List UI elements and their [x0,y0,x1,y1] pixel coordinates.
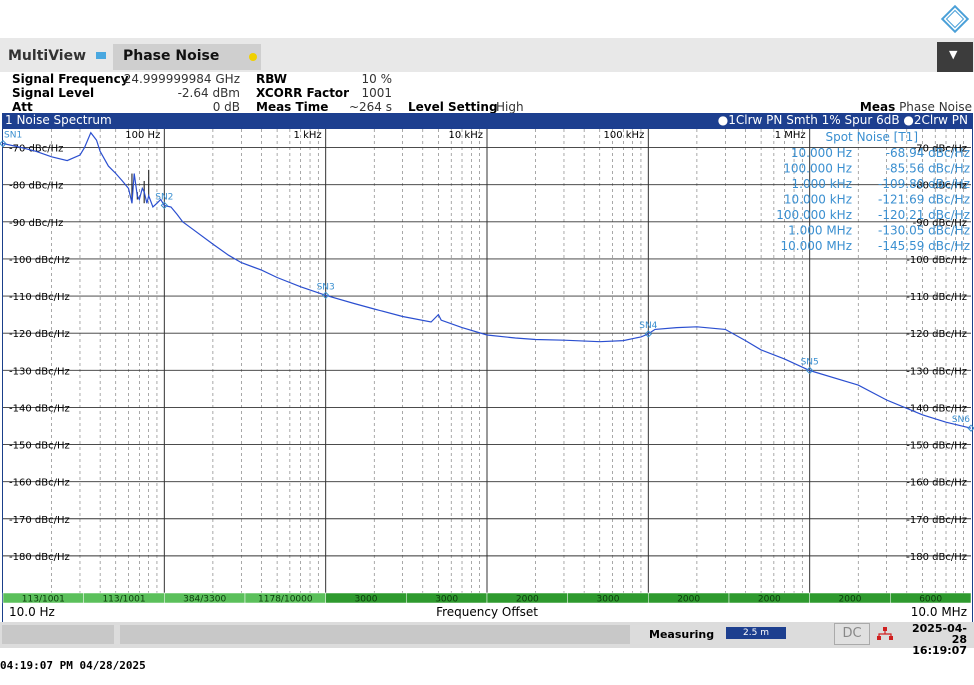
y-tick-label-left: -160 dBc/Hz [9,478,70,489]
spot-noise-freq: 1.000 kHz [792,177,852,191]
measuring-progress: 2.5 m [726,627,786,639]
measuring-status: Measuring [649,628,715,641]
avg-segment-label: 2000 [758,595,781,605]
marker-label: SN2 [155,192,173,202]
y-tick-label-right: -170 dBc/Hz [906,515,967,526]
y-tick-label-right: -140 dBc/Hz [906,403,967,414]
avg-segment-label: 2000 [839,595,862,605]
footer-timestamp: 04:19:07 PM 04/28/2025 [0,659,146,672]
status-field-1 [2,625,114,644]
y-tick-label-left: -180 dBc/Hz [9,552,70,563]
y-tick-label-right: -120 dBc/Hz [906,329,967,340]
marker-label: SN5 [801,357,819,367]
x-start-label: 10.0 Hz [9,605,55,619]
avg-segment-label: 1178/10000 [258,595,313,605]
marker-label: SN6 [952,415,970,425]
y-tick-label-right: -160 dBc/Hz [906,478,967,489]
spot-noise-value: -130.05 dBc/Hz [878,224,970,238]
y-tick-label-right: -130 dBc/Hz [906,366,967,377]
y-tick-label-left: -170 dBc/Hz [9,515,70,526]
avg-segment-label: 3000 [355,595,378,605]
spot-noise-value: -68.94 dBc/Hz [886,146,970,160]
y-tick-label-right: -110 dBc/Hz [906,292,967,303]
status-time: 16:19:07 [912,644,967,657]
spot-noise-value: -120.21 dBc/Hz [878,208,970,222]
avg-segment-label: 2000 [516,595,539,605]
x-stop-label: 10.0 MHz [911,605,967,619]
spot-noise-freq: 100.000 kHz [776,208,852,222]
spot-noise-value: -121.69 dBc/Hz [878,193,970,207]
spot-noise-value: -109.80 dBc/Hz [878,177,970,191]
marker-label: SN1 [4,131,22,141]
avg-segment-label: 3000 [435,595,458,605]
avg-segment-label: 384/3300 [183,595,226,605]
y-tick-label-left: -70 dBc/Hz [9,144,63,155]
spot-noise-freq: 1.000 MHz [788,224,852,238]
spot-noise-value: -85.56 dBc/Hz [886,162,970,176]
decade-label: 100 Hz [125,130,160,141]
phase-noise-chart: 100 Hz 1 kHz 10 kHz 100 kHz 1 MHz -70 dBc/Hz -… [0,129,974,619]
spot-noise-freq: 10.000 kHz [784,193,852,207]
y-tick-label-left: -140 dBc/Hz [9,403,70,414]
marker-label: SN3 [317,282,335,292]
spot-noise-title: Spot Noise [T1] [825,130,918,144]
spot-noise-freq: 10.000 Hz [791,146,852,160]
status-field-2 [120,625,630,644]
y-tick-label-left: -100 dBc/Hz [9,255,70,266]
avg-segment-label: 113/1001 [22,595,65,605]
decade-label: 10 kHz [449,130,483,141]
status-date: 2025-04-28 [911,622,967,646]
avg-segment-label: 113/1001 [102,595,145,605]
decade-label: 1 MHz [775,130,806,141]
avg-segment-label: 3000 [597,595,620,605]
y-tick-label-right: -100 dBc/Hz [906,255,967,266]
spot-noise-freq: 100.000 Hz [783,162,852,176]
dc-coupling-button[interactable]: DC [834,623,870,645]
network-icon [877,627,893,640]
y-tick-label-right: -150 dBc/Hz [906,441,967,452]
y-tick-label-left: -150 dBc/Hz [9,441,70,452]
y-tick-label-left: -130 dBc/Hz [9,366,70,377]
y-tick-label-right: -180 dBc/Hz [906,552,967,563]
y-tick-label-left: -80 dBc/Hz [9,181,63,192]
marker-label: SN4 [639,321,657,331]
status-datetime: 2025-04-28 16:19:07 [900,623,967,656]
decade-label: 100 kHz [604,130,645,141]
spot-noise-value: -145.59 dBc/Hz [878,239,970,253]
avg-segment-label: 6000 [919,595,942,605]
avg-segment-label: 2000 [677,595,700,605]
x-axis-label: Frequency Offset [436,605,538,619]
y-tick-label-left: -90 dBc/Hz [9,218,63,229]
spot-noise-freq: 10.000 MHz [781,239,852,253]
y-tick-label-left: -110 dBc/Hz [9,292,70,303]
decade-label: 1 kHz [294,130,322,141]
y-tick-label-left: -120 dBc/Hz [9,329,70,340]
